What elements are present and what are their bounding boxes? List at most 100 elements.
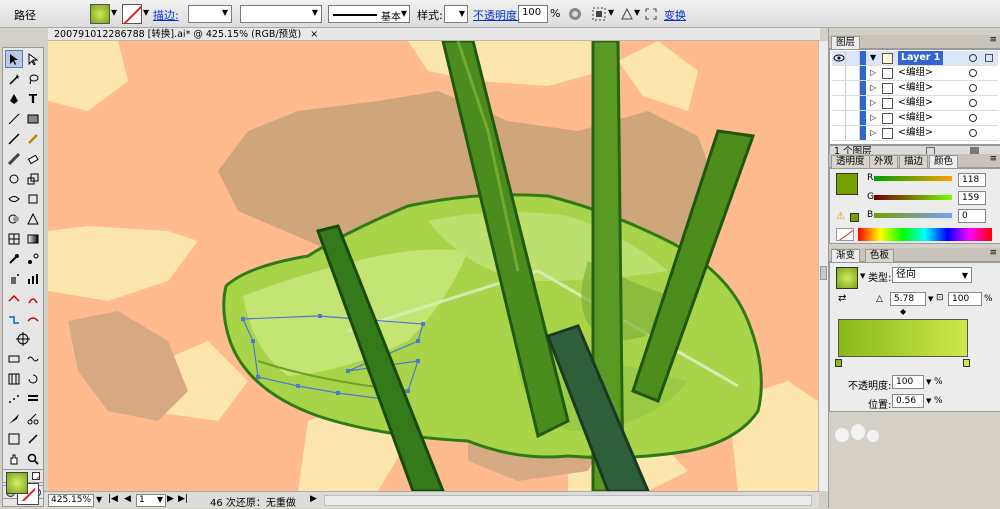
eye-icon[interactable]: [832, 81, 846, 95]
angle-field[interactable]: 5.78: [890, 292, 926, 306]
grid-icon[interactable]: [5, 370, 23, 388]
gradient-stop-left[interactable]: [835, 359, 842, 367]
layer-row[interactable]: ▷ <编组>: [832, 66, 998, 81]
recolor-artwork-icon[interactable]: [566, 5, 584, 23]
eye-icon[interactable]: [832, 111, 846, 125]
stroke-link[interactable]: 描边:: [153, 7, 179, 23]
magic-wand-icon[interactable]: [5, 70, 23, 88]
lock-toggle[interactable]: [846, 111, 860, 125]
scale-tool-icon[interactable]: [24, 170, 42, 188]
align-icon[interactable]: [590, 5, 608, 23]
last-page-icon[interactable]: ▶|: [178, 494, 188, 504]
lock-toggle[interactable]: [846, 126, 860, 140]
gradient-preview-swatch[interactable]: [836, 267, 858, 289]
selection-square[interactable]: [985, 54, 993, 62]
column-graph-icon[interactable]: [24, 270, 42, 288]
slice-tool-icon[interactable]: [24, 290, 42, 308]
eye-icon[interactable]: [832, 126, 846, 140]
rectangle-tool-icon[interactable]: [24, 110, 42, 128]
target-icon[interactable]: [969, 69, 977, 77]
chevron-down-icon[interactable]: ▼: [634, 8, 640, 17]
expand-triangle-icon[interactable]: ▷: [870, 126, 880, 140]
target-icon[interactable]: [969, 129, 977, 137]
canvas[interactable]: [48, 41, 818, 491]
lasso-icon[interactable]: [24, 70, 42, 88]
perspective-grid-icon[interactable]: [24, 210, 42, 228]
layer-name[interactable]: Layer 1: [898, 51, 944, 65]
type-tool-icon[interactable]: T: [24, 90, 42, 108]
chevron-down-icon[interactable]: ▼: [96, 495, 102, 504]
layer-row[interactable]: ▷ <编组>: [832, 126, 998, 141]
panel-menu-icon[interactable]: ≡: [989, 35, 997, 45]
midpoint-diamond-icon[interactable]: ◆: [900, 307, 906, 316]
layer-row[interactable]: ▷ <编组>: [832, 96, 998, 111]
expand-triangle-icon[interactable]: ▷: [870, 96, 880, 110]
opacity-field[interactable]: 100: [518, 5, 548, 23]
warp-tool-icon[interactable]: [5, 350, 23, 368]
next-page-icon[interactable]: ▶: [167, 494, 174, 504]
chevron-down-icon[interactable]: ▼: [608, 8, 614, 17]
chevron-down-icon[interactable]: ▼: [860, 272, 865, 280]
tab-transparency[interactable]: 透明度: [831, 155, 870, 168]
pencil-tool-icon[interactable]: [24, 130, 42, 148]
target-icon[interactable]: [969, 84, 977, 92]
zoom-field[interactable]: 425.15%: [48, 494, 94, 507]
symbol-sprayer-icon[interactable]: [5, 270, 23, 288]
opacity-link[interactable]: 不透明度:: [473, 7, 521, 23]
eye-icon[interactable]: [832, 51, 846, 65]
lock-toggle[interactable]: [846, 81, 860, 95]
mesh-tool-icon[interactable]: [5, 230, 23, 248]
curvature-tool-icon[interactable]: [24, 310, 42, 328]
tab-stroke[interactable]: 描边: [899, 155, 929, 168]
first-page-icon[interactable]: |◀: [108, 494, 118, 504]
collapse-triangle-icon[interactable]: ▼: [870, 51, 880, 65]
chevron-down-icon[interactable]: ▼: [926, 397, 931, 405]
b-slider[interactable]: [874, 213, 952, 218]
brush-definition-select[interactable]: 基本 ▼: [328, 5, 410, 23]
b-value[interactable]: 0: [958, 209, 986, 223]
horizontal-scrollbar[interactable]: [324, 495, 812, 506]
slice-selection-icon[interactable]: [5, 430, 23, 448]
eyedropper-icon[interactable]: [5, 250, 23, 268]
none-mode-icon[interactable]: [32, 472, 40, 480]
document-tab[interactable]: 200791012286788 [转换].ai* @ 425.15% (RGB/…: [48, 28, 820, 41]
eye-icon[interactable]: [832, 96, 846, 110]
tab-gradient[interactable]: 渐变: [831, 249, 861, 262]
r-value[interactable]: 118: [958, 173, 986, 187]
reverse-gradient-icon[interactable]: ⇄: [838, 293, 846, 304]
swirl-icon[interactable]: [24, 370, 42, 388]
bars-icon[interactable]: [24, 390, 42, 408]
stroke-swatch[interactable]: [122, 4, 142, 24]
variable-width-field[interactable]: ▼: [240, 5, 322, 23]
vertical-scrollbar[interactable]: [818, 41, 828, 491]
tab-appearance[interactable]: 外观: [869, 155, 899, 168]
fill-swatch[interactable]: [90, 4, 110, 24]
paintbrush-tool-icon[interactable]: [5, 130, 23, 148]
warning-icon[interactable]: ⚠: [836, 211, 845, 222]
expand-triangle-icon[interactable]: ▷: [870, 111, 880, 125]
gradient-opacity-field[interactable]: 100: [892, 375, 924, 389]
eraser-tool-icon[interactable]: [24, 150, 42, 168]
fill-color-chip[interactable]: [836, 173, 858, 195]
tab-layers[interactable]: 图层: [831, 36, 861, 49]
g-value[interactable]: 159: [958, 191, 986, 205]
direct-selection-tool-icon[interactable]: [24, 50, 42, 68]
color-spectrum[interactable]: [858, 228, 992, 241]
width-tool-icon[interactable]: [5, 190, 23, 208]
chevron-down-icon[interactable]: ▼: [143, 8, 149, 17]
layer-name[interactable]: <编组>: [898, 111, 933, 125]
gradient-slider[interactable]: [838, 319, 968, 357]
tab-swatches[interactable]: 色板: [865, 249, 895, 262]
rotate-tool-icon[interactable]: [5, 170, 23, 188]
none-color-swatch[interactable]: [836, 228, 854, 241]
blend-tool-icon[interactable]: [24, 250, 42, 268]
gradient-location-field[interactable]: 0.56: [892, 394, 924, 408]
prev-page-icon[interactable]: ◀: [124, 494, 131, 504]
scroll-thumb[interactable]: [820, 266, 827, 280]
collapsed-icon[interactable]: [867, 430, 879, 442]
graphic-style-swatch[interactable]: ▼: [444, 5, 468, 23]
scissors-icon[interactable]: [24, 410, 42, 428]
layer-row[interactable]: ▷ <编组>: [832, 111, 998, 126]
gamut-swatch[interactable]: [850, 213, 859, 222]
target-icon[interactable]: [969, 99, 977, 107]
